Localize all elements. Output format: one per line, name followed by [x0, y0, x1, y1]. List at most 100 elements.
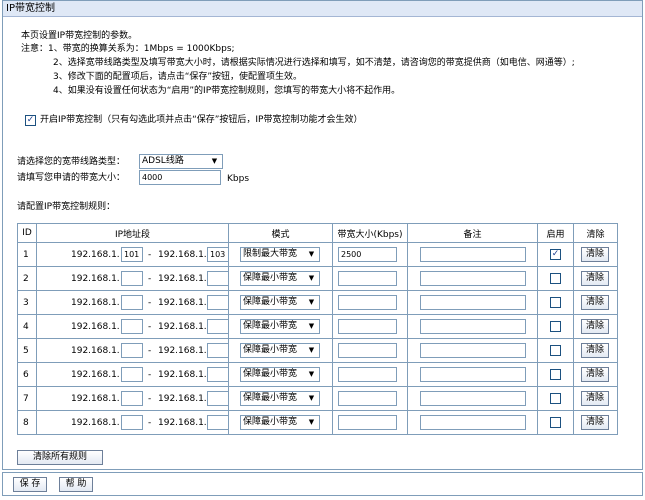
bandwidth-value-input[interactable]: 2500: [338, 247, 397, 262]
note-1: 注意：1、带宽的换算关系为：1Mbps = 1000Kbps;: [21, 44, 235, 54]
mode-cell: 保障最小带宽 ▼: [228, 290, 333, 315]
clear-rule-button[interactable]: 清除: [581, 295, 609, 310]
table-row: 6 192.168.1. -192.168.1. 保障最小带宽 ▼ 清除: [17, 362, 618, 387]
row-id-cell: 8: [17, 410, 37, 435]
ip-end-input[interactable]: [207, 391, 229, 406]
clear-cell: 清除: [573, 338, 618, 363]
rule-enable-checkbox[interactable]: ✓: [550, 249, 561, 260]
ip-end-input[interactable]: [207, 271, 229, 286]
ip-end-input[interactable]: [207, 295, 229, 310]
bandwidth-value-input[interactable]: [338, 343, 397, 358]
clear-cell: 清除: [573, 410, 618, 435]
bandwidth-value-input[interactable]: [338, 271, 397, 286]
bandwidth-value-input[interactable]: [338, 415, 397, 430]
chevron-down-icon: ▼: [308, 274, 315, 282]
note-input[interactable]: [420, 319, 526, 334]
row-id-cell: 7: [17, 386, 37, 411]
ip-range-dash: -: [148, 418, 152, 428]
rule-enable-checkbox[interactable]: [550, 321, 561, 332]
note-input[interactable]: [420, 343, 526, 358]
clear-rule-button[interactable]: 清除: [581, 319, 609, 334]
rule-enable-checkbox[interactable]: [550, 369, 561, 380]
help-button[interactable]: 帮 助: [59, 477, 93, 492]
clear-rule-button[interactable]: 清除: [581, 391, 609, 406]
bandwidth-value-input[interactable]: [338, 367, 397, 382]
note-input[interactable]: [420, 367, 526, 382]
enable-cell: [537, 314, 574, 339]
row-id-cell: 2: [17, 266, 37, 291]
mode-value: 保障最小带宽: [243, 321, 298, 331]
ip-end-prefix: 192.168.1.: [158, 370, 207, 380]
save-button[interactable]: 保 存: [13, 477, 47, 492]
clear-rule-button[interactable]: 清除: [581, 367, 609, 382]
ip-start-input[interactable]: [121, 271, 143, 286]
ip-range-cell: 192.168.1. -192.168.1.: [36, 386, 229, 411]
bandwidth-value-input[interactable]: [338, 319, 397, 334]
ip-end-input[interactable]: 103: [207, 247, 229, 262]
mode-select[interactable]: 保障最小带宽 ▼: [240, 319, 320, 334]
note-cell: [407, 314, 538, 339]
mode-select[interactable]: 限制最大带宽 ▼: [240, 247, 320, 262]
table-row: 3 192.168.1. -192.168.1. 保障最小带宽 ▼ 清除: [17, 290, 618, 315]
bandwidth-value-input[interactable]: [338, 295, 397, 310]
ip-end-input[interactable]: [207, 367, 229, 382]
note-4: 4、如果没有设置任何状态为“启用”的IP带宽控制规则，您填写的带宽大小将不起作用…: [53, 86, 401, 96]
note-cell: [407, 338, 538, 363]
mode-select[interactable]: 保障最小带宽 ▼: [240, 391, 320, 406]
clear-rule-button[interactable]: 清除: [581, 247, 609, 262]
ip-start-input[interactable]: [121, 391, 143, 406]
ip-start-input[interactable]: [121, 343, 143, 358]
mode-cell: 限制最大带宽 ▼: [228, 242, 333, 267]
line-type-select[interactable]: ADSL线路 ▼: [139, 154, 223, 169]
rule-enable-checkbox[interactable]: [550, 417, 561, 428]
ip-end-input[interactable]: [207, 343, 229, 358]
chevron-down-icon: ▼: [308, 250, 315, 258]
bandwidth-cell: [332, 338, 408, 363]
bandwidth-cell: [332, 266, 408, 291]
row-id-cell: 4: [17, 314, 37, 339]
ip-start-prefix: 192.168.1.: [71, 322, 120, 332]
mode-cell: 保障最小带宽 ▼: [228, 314, 333, 339]
chevron-down-icon: ▼: [308, 298, 315, 306]
clear-all-rules-button[interactable]: 清除所有规则: [17, 450, 103, 465]
rule-enable-checkbox[interactable]: [550, 273, 561, 284]
chevron-down-icon: ▼: [308, 394, 315, 402]
ip-start-input[interactable]: [121, 319, 143, 334]
col-header-ip: IP地址段: [36, 223, 229, 243]
bandwidth-input[interactable]: 4000: [139, 170, 221, 185]
col-header-bandwidth: 带宽大小(Kbps): [332, 223, 408, 243]
clear-cell: 清除: [573, 386, 618, 411]
ip-end-input[interactable]: [207, 319, 229, 334]
mode-select[interactable]: 保障最小带宽 ▼: [240, 415, 320, 430]
clear-rule-button[interactable]: 清除: [581, 343, 609, 358]
enable-cell: [537, 386, 574, 411]
ip-start-input[interactable]: 101: [121, 247, 143, 262]
ip-start-input[interactable]: [121, 295, 143, 310]
ip-start-input[interactable]: [121, 367, 143, 382]
note-input[interactable]: [420, 271, 526, 286]
rule-enable-checkbox[interactable]: [550, 345, 561, 356]
ip-start-input[interactable]: [121, 415, 143, 430]
enable-bandwidth-control-checkbox[interactable]: ✓: [25, 115, 36, 126]
bandwidth-value-input[interactable]: [338, 391, 397, 406]
rule-enable-checkbox[interactable]: [550, 393, 561, 404]
rule-enable-checkbox[interactable]: [550, 297, 561, 308]
clear-rule-button[interactable]: 清除: [581, 271, 609, 286]
mode-select[interactable]: 保障最小带宽 ▼: [240, 271, 320, 286]
note-input[interactable]: [420, 247, 526, 262]
note-input[interactable]: [420, 295, 526, 310]
mode-value: 保障最小带宽: [243, 345, 298, 355]
note-input[interactable]: [420, 391, 526, 406]
ip-end-prefix: 192.168.1.: [158, 250, 207, 260]
mode-select[interactable]: 保障最小带宽 ▼: [240, 295, 320, 310]
enable-cell: ✓: [537, 242, 574, 267]
intro-text: 本页设置IP带宽控制的参数。: [21, 31, 138, 41]
note-3: 3、修改下面的配置项后，请点击“保存”按钮，使配置项生效。: [53, 72, 303, 82]
note-input[interactable]: [420, 415, 526, 430]
mode-select[interactable]: 保障最小带宽 ▼: [240, 343, 320, 358]
row-id-cell: 3: [17, 290, 37, 315]
mode-select[interactable]: 保障最小带宽 ▼: [240, 367, 320, 382]
clear-rule-button[interactable]: 清除: [581, 415, 609, 430]
row-id: 3: [23, 298, 29, 308]
ip-end-input[interactable]: [207, 415, 229, 430]
